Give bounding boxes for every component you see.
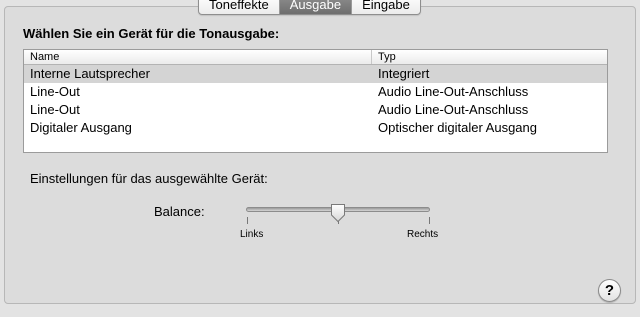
help-button[interactable]: ? — [598, 279, 621, 302]
column-header-name[interactable]: Name — [24, 50, 372, 64]
slider-tick — [247, 217, 248, 224]
settings-label: Einstellungen für das ausgewählte Gerät: — [30, 171, 268, 186]
column-header-type[interactable]: Typ — [372, 50, 396, 64]
device-name: Line-Out — [30, 84, 80, 99]
tab-bar: Toneffekte Ausgabe Eingabe — [198, 0, 421, 15]
device-table[interactable]: Name Typ Interne Lautsprecher Integriert… — [23, 49, 608, 153]
device-type: Integriert — [378, 66, 430, 81]
balance-label: Balance: — [154, 204, 205, 219]
balance-max-label: Rechts — [407, 229, 439, 240]
device-heading: Wählen Sie ein Gerät für die Tonausgabe: — [23, 26, 280, 41]
table-row[interactable]: Line-Out Audio Line-Out-Anschluss — [24, 101, 607, 119]
slider-tick — [429, 217, 430, 224]
tab-ausgabe[interactable]: Ausgabe — [278, 0, 352, 14]
tab-eingabe[interactable]: Eingabe — [351, 0, 420, 14]
balance-min-label: Links — [240, 229, 264, 240]
table-row[interactable]: Interne Lautsprecher Integriert — [24, 65, 607, 83]
device-type: Audio Line-Out-Anschluss — [378, 84, 529, 99]
device-name: Interne Lautsprecher — [30, 66, 150, 81]
help-icon: ? — [604, 282, 615, 299]
tab-toneffekte[interactable]: Toneffekte — [199, 0, 279, 14]
table-row[interactable]: Digitaler Ausgang Optischer digitaler Au… — [24, 119, 607, 137]
device-type: Optischer digitaler Ausgang — [378, 120, 537, 135]
device-type: Audio Line-Out-Anschluss — [378, 102, 529, 117]
table-row[interactable]: Line-Out Audio Line-Out-Anschluss — [24, 83, 607, 101]
table-header: Name Typ — [24, 50, 607, 65]
device-name: Line-Out — [30, 102, 80, 117]
device-name: Digitaler Ausgang — [30, 120, 132, 135]
balance-slider-thumb[interactable] — [330, 203, 346, 223]
